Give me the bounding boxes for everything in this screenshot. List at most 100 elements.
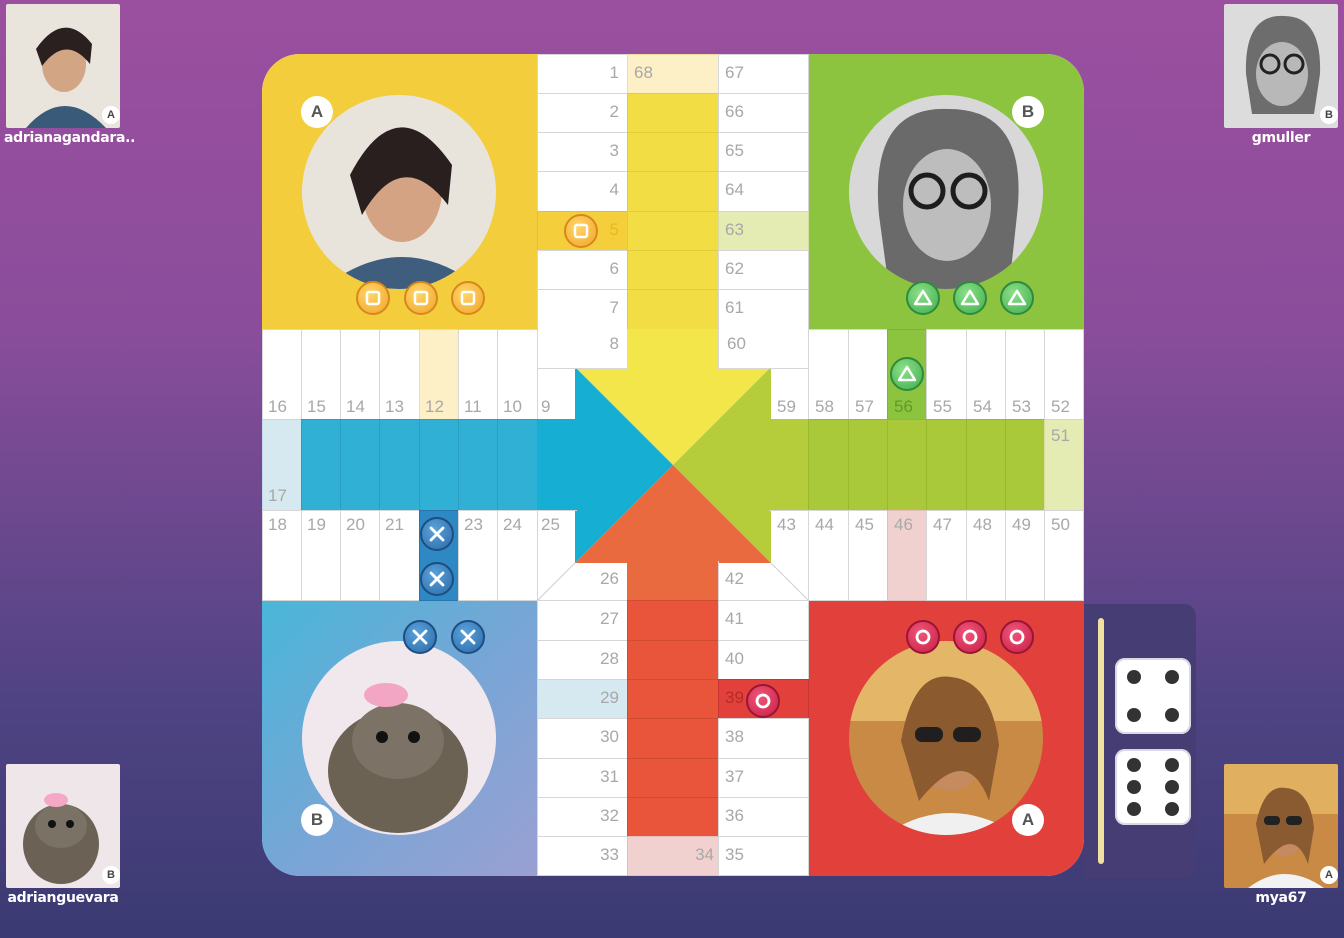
square-13[interactable]: 13 — [379, 329, 420, 420]
green-path-6[interactable] — [808, 419, 849, 511]
square-36[interactable]: 36 — [718, 797, 809, 837]
square-62[interactable]: 62 — [718, 250, 809, 290]
red-token-circle-icon[interactable] — [953, 620, 987, 654]
yellow-token-square-icon[interactable] — [404, 281, 438, 315]
player-card-gmuller[interactable]: B gmuller — [1222, 2, 1340, 152]
green-token-triangle-icon[interactable] — [1000, 281, 1034, 315]
square-28[interactable]: 28 — [537, 640, 628, 680]
green-path-7[interactable] — [769, 419, 809, 511]
blue-token-cross-icon[interactable] — [451, 620, 485, 654]
die-four[interactable] — [1115, 658, 1191, 734]
square-32[interactable]: 32 — [537, 797, 628, 837]
red-token-circle-icon[interactable] — [1000, 620, 1034, 654]
square-47[interactable]: 47 — [926, 510, 967, 601]
square-12[interactable]: 12 — [419, 329, 459, 420]
player-card-adrianguevara[interactable]: B adrianguevara — [4, 762, 122, 912]
square-7[interactable]: 7 — [537, 289, 628, 330]
blue-path-2[interactable] — [340, 419, 380, 511]
blue-token-cross-icon[interactable] — [403, 620, 437, 654]
square-9[interactable]: 9 — [537, 329, 577, 420]
yellow-path-4[interactable] — [627, 211, 719, 251]
square-67[interactable]: 67 — [718, 54, 809, 94]
blue-path-3[interactable] — [379, 419, 420, 511]
blue-path-4[interactable] — [419, 419, 459, 511]
red-path-1[interactable] — [627, 797, 719, 837]
red-path-4[interactable] — [627, 679, 719, 719]
square-1[interactable]: 1 — [537, 54, 628, 94]
green-token-triangle-icon[interactable] — [953, 281, 987, 315]
square-52[interactable]: 52 — [1044, 329, 1084, 420]
red-path-3[interactable] — [627, 718, 719, 759]
square-64[interactable]: 64 — [718, 171, 809, 212]
green-path-5[interactable] — [848, 419, 888, 511]
red-token-circle-icon[interactable] — [746, 684, 780, 718]
yellow-path-6[interactable] — [627, 289, 719, 330]
red-token-circle-icon[interactable] — [906, 620, 940, 654]
square-42[interactable]: 42 — [718, 561, 809, 601]
green-path-3[interactable] — [926, 419, 967, 511]
red-path-5[interactable] — [627, 640, 719, 680]
square-30[interactable]: 30 — [537, 718, 628, 759]
square-2[interactable]: 2 — [537, 93, 628, 133]
square-44[interactable]: 44 — [808, 510, 849, 601]
square-14[interactable]: 14 — [340, 329, 380, 420]
square-31[interactable]: 31 — [537, 758, 628, 798]
green-path-4[interactable] — [887, 419, 927, 511]
square-37[interactable]: 37 — [718, 758, 809, 798]
square-65[interactable]: 65 — [718, 132, 809, 172]
square-46[interactable]: 46 — [887, 510, 927, 601]
yellow-path-1[interactable] — [627, 93, 719, 133]
square-21[interactable]: 21 — [379, 510, 420, 601]
yellow-token-square-icon[interactable] — [451, 281, 485, 315]
square-53[interactable]: 53 — [1005, 329, 1045, 420]
square-33[interactable]: 33 — [537, 836, 628, 876]
square-34[interactable]: 34 — [627, 836, 719, 876]
blue-path-7[interactable] — [537, 419, 577, 511]
blue-token-cross-icon[interactable] — [420, 517, 454, 551]
yellow-token-square-icon[interactable] — [564, 214, 598, 248]
square-15[interactable]: 15 — [301, 329, 341, 420]
square-11[interactable]: 11 — [458, 329, 498, 420]
green-token-triangle-icon[interactable] — [890, 357, 924, 391]
square-40[interactable]: 40 — [718, 640, 809, 680]
square-57[interactable]: 57 — [848, 329, 888, 420]
square-41[interactable]: 41 — [718, 600, 809, 641]
green-path-2[interactable] — [966, 419, 1006, 511]
square-27[interactable]: 27 — [537, 600, 628, 641]
square-4[interactable]: 4 — [537, 171, 628, 212]
yellow-path-2[interactable] — [627, 132, 719, 172]
square-61[interactable]: 61 — [718, 289, 809, 330]
yellow-path-3[interactable] — [627, 171, 719, 212]
die-six[interactable] — [1115, 749, 1191, 825]
red-path-6[interactable] — [627, 600, 719, 641]
square-55[interactable]: 55 — [926, 329, 967, 420]
square-24[interactable]: 24 — [497, 510, 538, 601]
square-3[interactable]: 3 — [537, 132, 628, 172]
square-63[interactable]: 63 — [718, 211, 809, 251]
red-path-7[interactable] — [627, 561, 719, 601]
square-66[interactable]: 66 — [718, 93, 809, 133]
yellow-path-5[interactable] — [627, 250, 719, 290]
square-6[interactable]: 6 — [537, 250, 628, 290]
blue-path-1[interactable] — [301, 419, 341, 511]
square-10[interactable]: 10 — [497, 329, 538, 420]
square-49[interactable]: 49 — [1005, 510, 1045, 601]
square-38[interactable]: 38 — [718, 718, 809, 759]
square-26[interactable]: 26 — [537, 561, 628, 601]
blue-path-5[interactable] — [458, 419, 498, 511]
square-50[interactable]: 50 — [1044, 510, 1084, 601]
square-58[interactable]: 58 — [808, 329, 849, 420]
square-51[interactable]: 51 — [1044, 419, 1084, 511]
red-path-2[interactable] — [627, 758, 719, 798]
square-68[interactable]: 68 — [627, 54, 719, 94]
square-19[interactable]: 19 — [301, 510, 341, 601]
green-path-1[interactable] — [1005, 419, 1045, 511]
square-17[interactable]: 17 — [262, 419, 302, 511]
square-35[interactable]: 35 — [718, 836, 809, 876]
square-45[interactable]: 45 — [848, 510, 888, 601]
square-54[interactable]: 54 — [966, 329, 1006, 420]
player-card-adrianagandara[interactable]: A adrianagandara.. — [4, 2, 135, 152]
square-48[interactable]: 48 — [966, 510, 1006, 601]
yellow-token-square-icon[interactable] — [356, 281, 390, 315]
blue-token-cross-icon[interactable] — [420, 562, 454, 596]
